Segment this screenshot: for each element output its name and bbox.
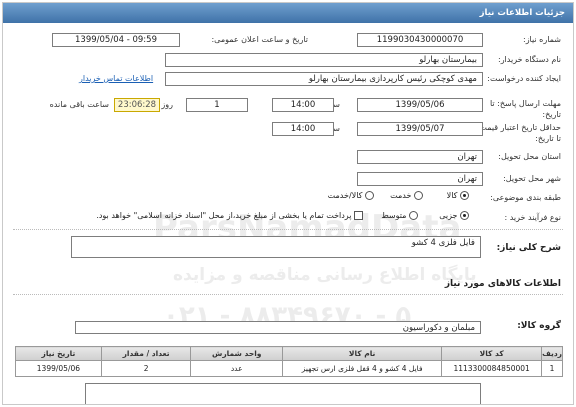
category-option-goods-label: کالا — [446, 191, 458, 200]
summary-field: فایل فلزی 4 کشو — [71, 236, 481, 258]
city-label: شهر محل تحویل: — [503, 174, 561, 183]
col-name: نام کالا — [282, 346, 443, 361]
need-number-field: 1199030430000070 — [357, 33, 483, 47]
cell-date: 1399/05/06 — [15, 360, 102, 377]
payment-note[interactable]: پرداخت تمام یا بخشی از مبلغ خرید،از محل … — [96, 211, 363, 220]
category-option-both[interactable]: کالا/خدمت — [328, 191, 374, 200]
need-details-panel: جزئیات اطلاعات نیاز ParsNamadData پایگاه… — [2, 2, 574, 405]
goods-table: ردیف کد کالا نام کالا واحد شمارش تعداد /… — [15, 346, 563, 377]
need-number-label: شماره نیاز: — [523, 35, 561, 44]
buyer-contact-link[interactable]: اطلاعات تماس خریدار — [79, 74, 153, 83]
validity-time-field: 14:00 — [272, 122, 334, 136]
table-row[interactable]: 1 1113300084850001 فایل 4 کشو و 4 قفل فل… — [15, 360, 563, 377]
radio-selected-icon — [460, 211, 469, 220]
goods-group-field: مبلمان و دکوراسیون — [75, 321, 481, 334]
province-label: استان محل تحویل: — [498, 152, 561, 161]
deadline-time-field: 14:00 — [272, 98, 334, 112]
cell-code: 1113300084850001 — [441, 360, 543, 377]
buyer-label: نام دستگاه خریدار: — [498, 55, 561, 64]
notes-field — [85, 383, 481, 404]
section-divider — [13, 229, 563, 230]
goods-group-label: گروه کالا: — [517, 321, 561, 331]
cell-name: فایل 4 کشو و 4 قفل فلزی ارس تجهیز — [282, 360, 443, 377]
process-option-minor[interactable]: جزیی — [439, 211, 469, 220]
validity-date-field: 1399/05/07 — [357, 122, 483, 136]
buyer-field: بیمارستان بهارلو — [165, 53, 483, 67]
process-option-minor-label: جزیی — [439, 211, 458, 220]
deadline-label: مهلت ارسال پاسخ: تا تاریخ: — [489, 99, 561, 119]
col-code: کد کالا — [441, 346, 543, 361]
process-option-medium-label: متوسط — [381, 211, 407, 220]
remaining-label: ساعت باقی مانده — [49, 100, 109, 109]
remaining-timer: 23:06:28 — [114, 98, 160, 112]
category-option-both-label: کالا/خدمت — [327, 191, 363, 200]
payment-note-text: پرداخت تمام یا بخشی از مبلغ خرید،از محل … — [96, 211, 352, 220]
checkbox-icon — [354, 211, 363, 220]
section-divider — [13, 294, 563, 295]
category-label: طبقه بندی موضوعی: — [490, 193, 561, 202]
announce-field: 1399/05/04 - 09:59 — [52, 33, 180, 47]
creator-label: ایجاد کننده درخواست: — [487, 74, 561, 83]
col-unit: واحد شمارش — [190, 346, 284, 361]
watermark-line: پایگاه اطلاع رسانی مناقصه و مزایده — [173, 265, 477, 285]
radio-icon — [365, 191, 374, 200]
process-option-medium[interactable]: متوسط — [381, 211, 418, 220]
deadline-date-field: 1399/05/06 — [357, 98, 483, 112]
province-field: تهران — [357, 150, 483, 164]
radio-icon — [414, 191, 423, 200]
city-field: تهران — [357, 172, 483, 186]
goods-table-header: ردیف کد کالا نام کالا واحد شمارش تعداد /… — [15, 346, 563, 361]
goods-section-title: اطلاعات کالاهای مورد نیاز — [444, 279, 561, 289]
days-field: 1 — [186, 98, 248, 112]
col-date: تاریخ نیاز — [15, 346, 102, 361]
validity-label: حداقل تاریخ اعتبار قیمت: تا تاریخ: — [476, 123, 561, 143]
summary-label: شرح کلی نیاز: — [496, 243, 561, 253]
process-label: نوع فرآیند خرید : — [504, 213, 561, 222]
radio-icon — [409, 211, 418, 220]
col-row: ردیف — [541, 346, 563, 361]
col-qty: تعداد / مقدار — [100, 346, 192, 361]
cell-row: 1 — [541, 360, 563, 377]
category-option-service-label: خدمت — [390, 191, 412, 200]
category-option-service[interactable]: خدمت — [390, 191, 423, 200]
cell-unit: عدد — [190, 360, 284, 377]
category-option-goods[interactable]: کالا — [447, 191, 469, 200]
creator-field: مهدی کوچکی رئیس کارپردازی بیمارستان بهار… — [165, 72, 483, 86]
cell-qty: 2 — [100, 360, 192, 377]
panel-title: جزئیات اطلاعات نیاز — [3, 3, 573, 23]
announce-label: تاریخ و ساعت اعلان عمومی: — [211, 35, 308, 44]
radio-selected-icon — [460, 191, 469, 200]
